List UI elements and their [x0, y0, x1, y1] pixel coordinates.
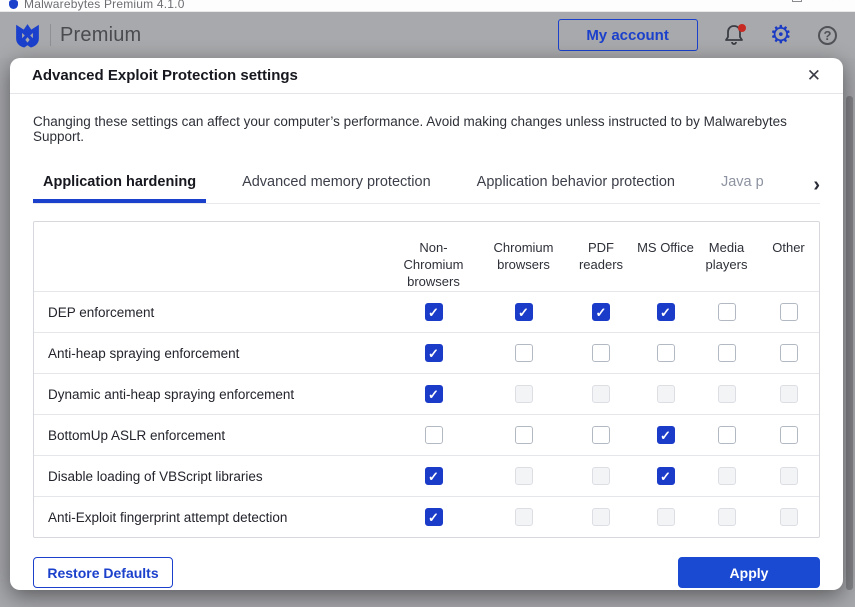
dialog-description: Changing these settings can affect your …	[10, 94, 843, 144]
brand-name: Premium	[60, 24, 141, 47]
checkbox-dynamic-anti-heap-spraying-enforcement-chromium-browsers	[515, 385, 533, 403]
maximize-icon[interactable]	[792, 0, 802, 2]
table-body: DEP enforcement✓✓✓✓Anti-heap spraying en…	[34, 291, 819, 537]
checkbox-bottomup-aslr-enforcement-ms-office[interactable]: ✓	[657, 426, 675, 444]
checkbox-dep-enforcement-chromium-browsers[interactable]: ✓	[515, 303, 533, 321]
checkbox-dep-enforcement-media-players[interactable]	[718, 303, 736, 321]
checkbox-bottomup-aslr-enforcement-non-chromium-browsers[interactable]	[425, 426, 443, 444]
checkbox-dep-enforcement-non-chromium-browsers[interactable]: ✓	[425, 303, 443, 321]
checkbox-bottomup-aslr-enforcement-chromium-browsers[interactable]	[515, 426, 533, 444]
app-logo-icon	[9, 0, 18, 9]
tab-application-hardening[interactable]: Application hardening	[33, 166, 206, 203]
tab-advanced-memory-protection[interactable]: Advanced memory protection	[232, 166, 441, 203]
column-header-chromium-browsers: Chromium browsers	[481, 239, 567, 273]
row-label: Anti-Exploit fingerprint attempt detecti…	[34, 510, 387, 525]
checkbox-anti-heap-spraying-enforcement-non-chromium-browsers[interactable]: ✓	[425, 344, 443, 362]
background-scrollbar	[846, 96, 853, 590]
checkbox-dep-enforcement-ms-office[interactable]: ✓	[657, 303, 675, 321]
checkbox-dynamic-anti-heap-spraying-enforcement-media-players	[718, 385, 736, 403]
restore-defaults-button[interactable]: Restore Defaults	[33, 557, 173, 588]
checkbox-bottomup-aslr-enforcement-other[interactable]	[780, 426, 798, 444]
checkbox-anti-exploit-fingerprint-attempt-detection-other	[780, 508, 798, 526]
column-header-ms-office: MS Office	[637, 239, 694, 256]
checkbox-anti-exploit-fingerprint-attempt-detection-non-chromium-browsers[interactable]: ✓	[425, 508, 443, 526]
close-window-icon[interactable]: ✕	[830, 0, 841, 2]
check-mark-icon: ✓	[596, 306, 607, 319]
checkbox-anti-exploit-fingerprint-attempt-detection-pdf-readers	[592, 508, 610, 526]
check-mark-icon: ✓	[428, 388, 439, 401]
table-row-dynamic-anti-heap-spraying-enforcement: Dynamic anti-heap spraying enforcement ✓	[34, 373, 819, 414]
help-icon[interactable]: ?	[818, 26, 837, 45]
settings-table: Non-Chromium browsersChromium browsersPD…	[33, 221, 820, 538]
row-label: BottomUp ASLR enforcement	[34, 428, 387, 443]
checkbox-dynamic-anti-heap-spraying-enforcement-ms-office	[657, 385, 675, 403]
dialog-footer: Restore Defaults Apply	[33, 555, 820, 590]
checkbox-bottomup-aslr-enforcement-pdf-readers[interactable]	[592, 426, 610, 444]
table-row-disable-loading-of-vbscript-libraries: Disable loading of VBScript libraries ✓ ✓	[34, 455, 819, 496]
table-row-anti-heap-spraying-enforcement: Anti-heap spraying enforcement ✓	[34, 332, 819, 373]
column-header-non-chromium-browsers: Non-Chromium browsers	[391, 239, 477, 290]
dialog-header: Advanced Exploit Protection settings ✕	[10, 58, 843, 94]
check-mark-icon: ✓	[428, 306, 439, 319]
column-header-other: Other	[772, 239, 805, 256]
notification-badge	[738, 24, 746, 32]
checkbox-anti-exploit-fingerprint-attempt-detection-ms-office	[657, 508, 675, 526]
row-label: DEP enforcement	[34, 305, 387, 320]
table-header-row: Non-Chromium browsersChromium browsersPD…	[34, 222, 819, 291]
checkbox-dynamic-anti-heap-spraying-enforcement-non-chromium-browsers[interactable]: ✓	[425, 385, 443, 403]
checkbox-anti-heap-spraying-enforcement-media-players[interactable]	[718, 344, 736, 362]
row-label: Anti-heap spraying enforcement	[34, 346, 387, 361]
checkbox-bottomup-aslr-enforcement-media-players[interactable]	[718, 426, 736, 444]
brand: Premium	[14, 22, 141, 48]
malwarebytes-logo-icon	[14, 22, 41, 48]
dialog-close-icon[interactable]: ✕	[807, 66, 821, 86]
table-row-dep-enforcement: DEP enforcement ✓ ✓ ✓ ✓	[34, 291, 819, 332]
check-mark-icon: ✓	[660, 429, 671, 442]
checkbox-dep-enforcement-other[interactable]	[780, 303, 798, 321]
checkbox-dep-enforcement-pdf-readers[interactable]: ✓	[592, 303, 610, 321]
check-mark-icon: ✓	[428, 470, 439, 483]
check-mark-icon: ✓	[428, 347, 439, 360]
dialog-title: Advanced Exploit Protection settings	[32, 67, 298, 84]
notifications-bell-icon[interactable]	[724, 24, 744, 46]
checkbox-anti-heap-spraying-enforcement-chromium-browsers[interactable]	[515, 344, 533, 362]
tab-java-protection[interactable]: Java protection	[711, 166, 763, 203]
row-label: Dynamic anti-heap spraying enforcement	[34, 387, 387, 402]
checkbox-disable-loading-of-vbscript-libraries-ms-office[interactable]: ✓	[657, 467, 675, 485]
check-mark-icon: ✓	[428, 511, 439, 524]
checkbox-anti-exploit-fingerprint-attempt-detection-media-players	[718, 508, 736, 526]
checkbox-disable-loading-of-vbscript-libraries-non-chromium-browsers[interactable]: ✓	[425, 467, 443, 485]
checkbox-disable-loading-of-vbscript-libraries-media-players	[718, 467, 736, 485]
os-titlebar: Malwarebytes Premium 4.1.0 ✕	[0, 0, 855, 12]
checkbox-disable-loading-of-vbscript-libraries-other	[780, 467, 798, 485]
checkbox-dynamic-anti-heap-spraying-enforcement-pdf-readers	[592, 385, 610, 403]
check-mark-icon: ✓	[518, 306, 529, 319]
table-row-anti-exploit-fingerprint-attempt-detection: Anti-Exploit fingerprint attempt detecti…	[34, 496, 819, 537]
column-header-media-players: Media players	[696, 239, 757, 273]
table-row-bottomup-aslr-enforcement: BottomUp ASLR enforcement ✓	[34, 414, 819, 455]
apply-button[interactable]: Apply	[678, 557, 820, 588]
checkbox-anti-heap-spraying-enforcement-ms-office[interactable]	[657, 344, 675, 362]
dialog-tabs: Application hardening Advanced memory pro…	[33, 166, 811, 203]
settings-gear-icon[interactable]: ⚙	[770, 24, 792, 46]
advanced-exploit-protection-dialog: Advanced Exploit Protection settings ✕ C…	[10, 58, 843, 590]
tab-application-behavior-protection[interactable]: Application behavior protection	[467, 166, 685, 203]
column-header-pdf-readers: PDF readers	[567, 239, 635, 273]
checkbox-anti-heap-spraying-enforcement-pdf-readers[interactable]	[592, 344, 610, 362]
check-mark-icon: ✓	[660, 306, 671, 319]
tabs-row: Application hardening Advanced memory pro…	[33, 166, 820, 204]
checkbox-dynamic-anti-heap-spraying-enforcement-other	[780, 385, 798, 403]
app-header: Premium My account ⚙ ?	[0, 12, 855, 58]
tabs-scroll-right-icon[interactable]: ›	[811, 175, 820, 203]
checkbox-disable-loading-of-vbscript-libraries-chromium-browsers	[515, 467, 533, 485]
checkbox-anti-heap-spraying-enforcement-other[interactable]	[780, 344, 798, 362]
window-title: Malwarebytes Premium 4.1.0	[24, 0, 185, 11]
checkbox-disable-loading-of-vbscript-libraries-pdf-readers	[592, 467, 610, 485]
check-mark-icon: ✓	[660, 470, 671, 483]
brand-divider	[50, 24, 51, 46]
row-label: Disable loading of VBScript libraries	[34, 469, 387, 484]
my-account-button[interactable]: My account	[558, 19, 698, 51]
checkbox-anti-exploit-fingerprint-attempt-detection-chromium-browsers	[515, 508, 533, 526]
